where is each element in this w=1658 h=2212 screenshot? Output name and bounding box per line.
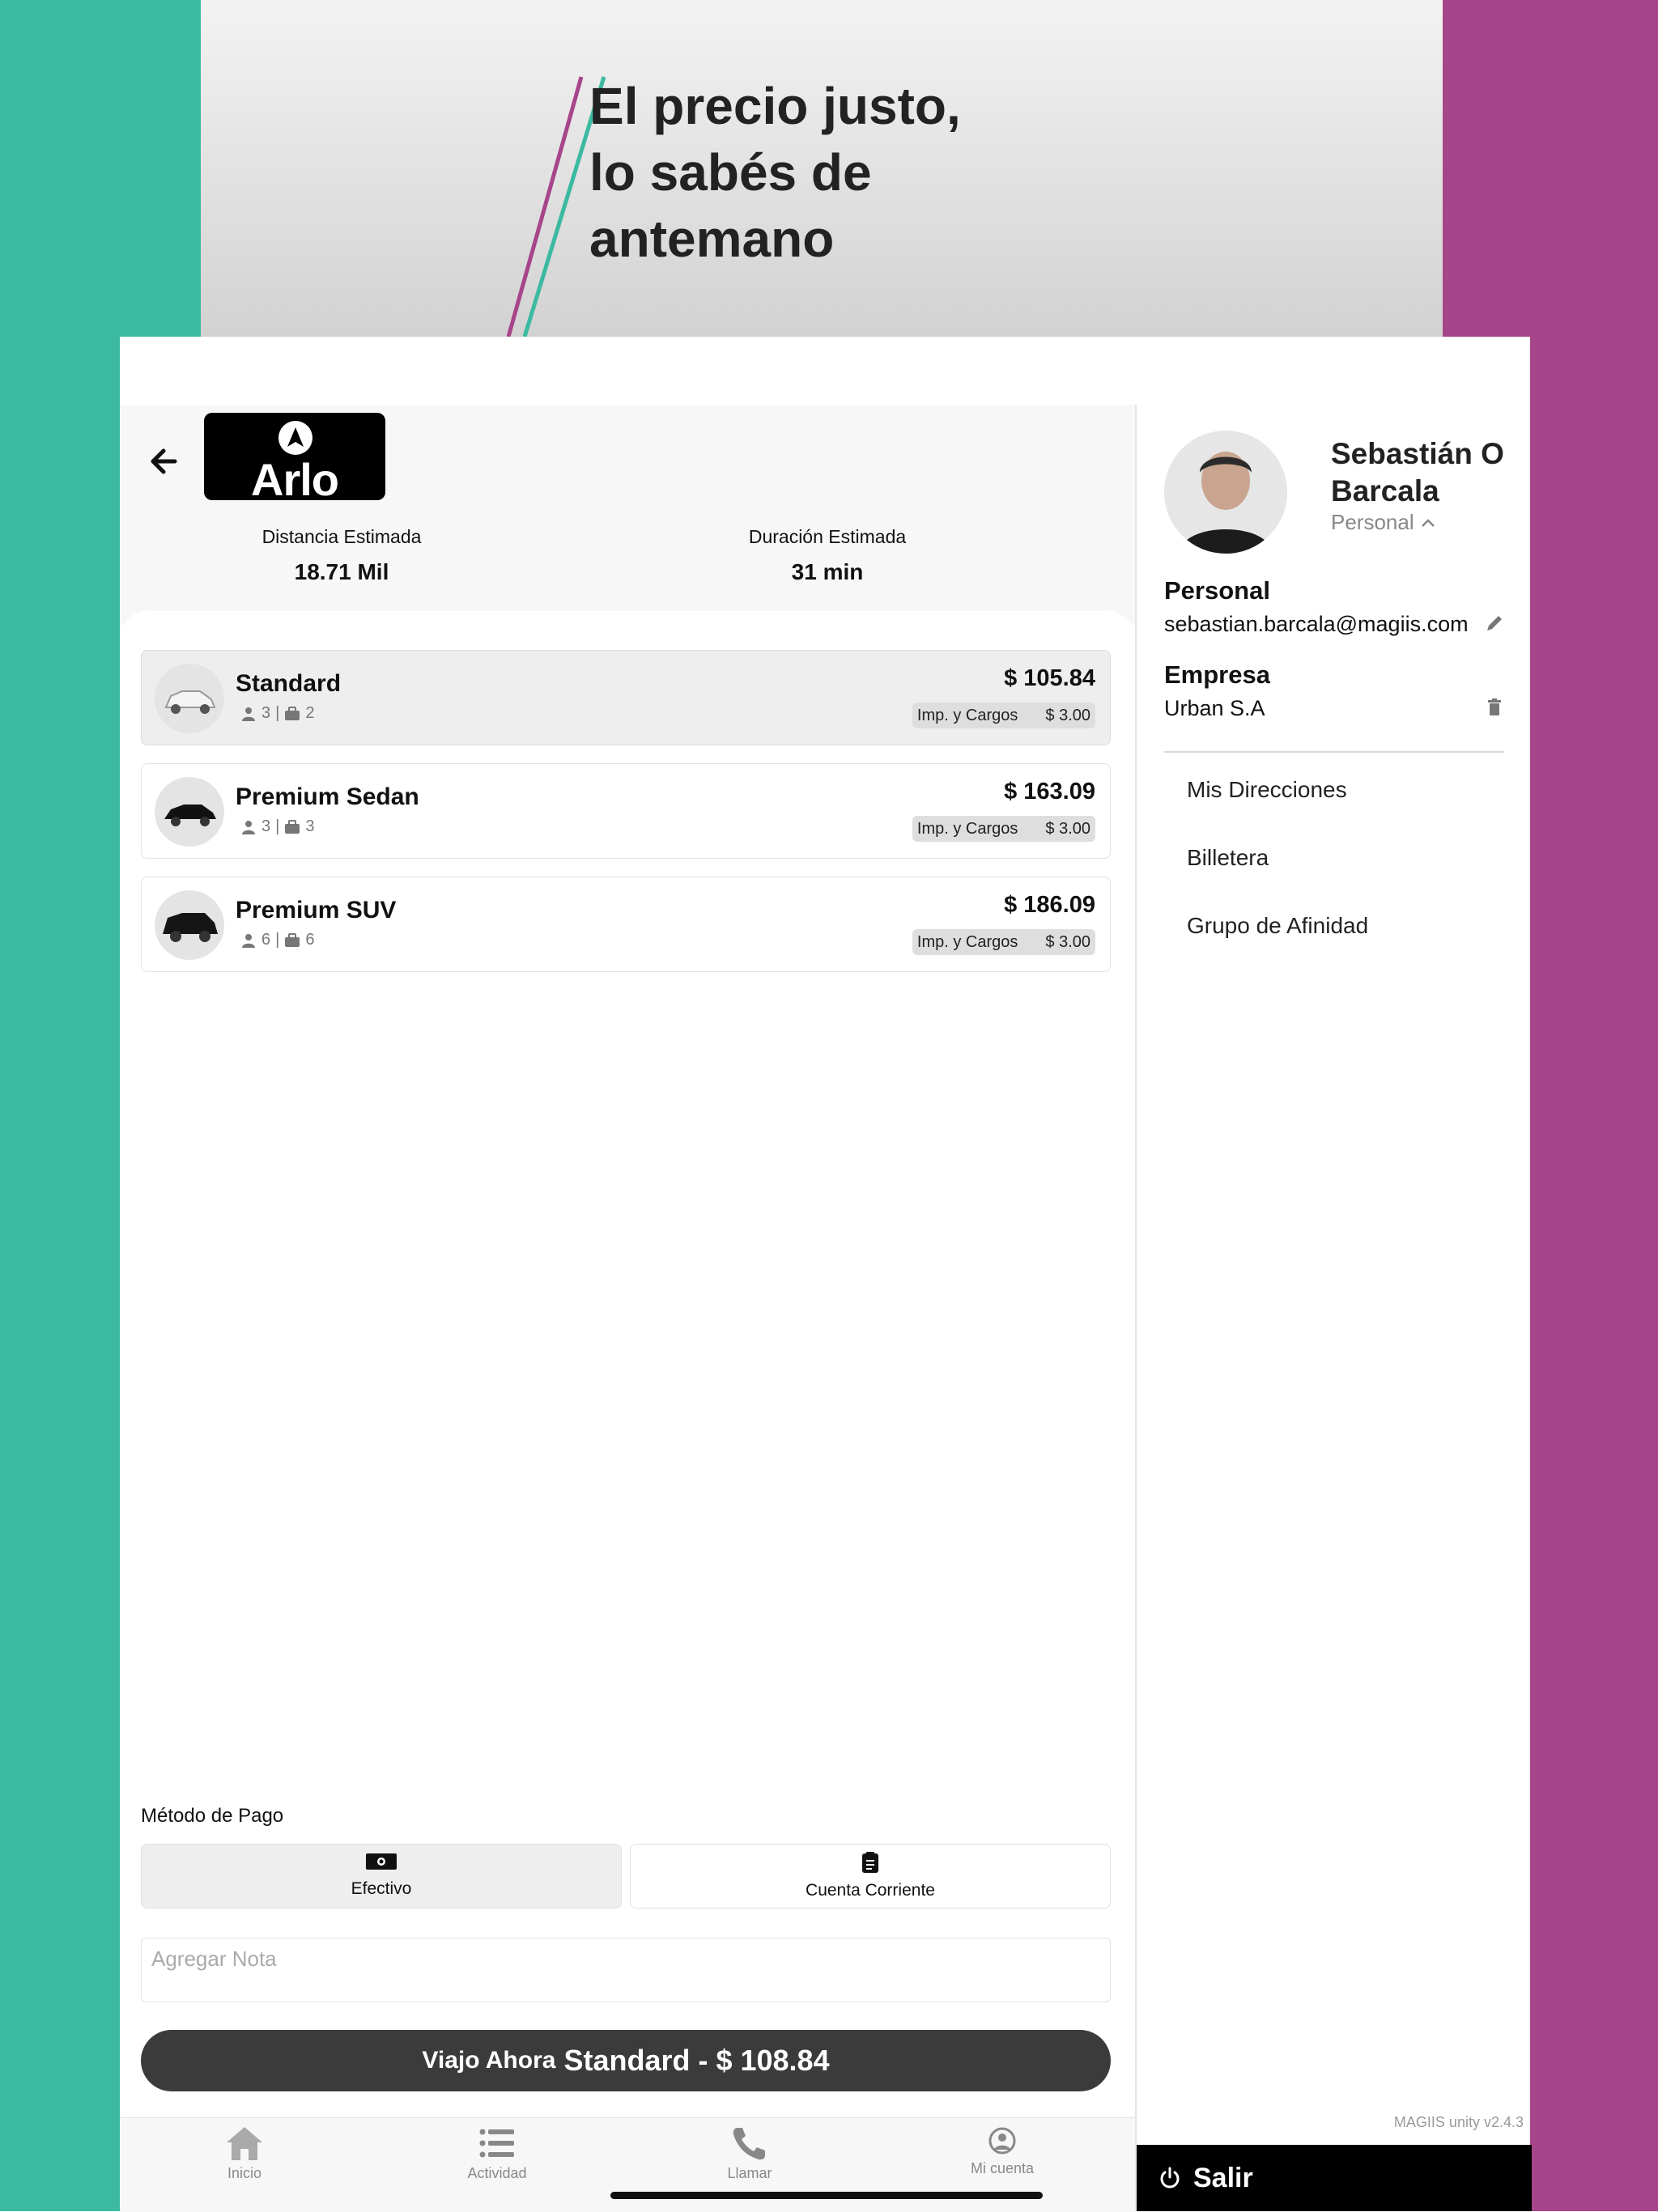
fees-badge: Imp. y Cargos $ 3.00	[912, 816, 1095, 842]
passenger-count: 6	[261, 931, 271, 949]
main-panel: Arlo Distancia Estimada 18.71 Mil Duraci…	[120, 405, 1135, 2212]
passenger-count: 3	[261, 817, 271, 835]
fees-label: Imp. y Cargos	[916, 932, 1018, 951]
briefcase-icon	[285, 706, 300, 720]
car-image	[155, 777, 224, 847]
payment-option-cash[interactable]: Efectivo	[141, 1844, 622, 1908]
trash-icon[interactable]	[1483, 696, 1506, 719]
power-icon	[1160, 2167, 1180, 2189]
user-circle-icon	[988, 2127, 1016, 2155]
nav-label: Llamar	[727, 2165, 772, 2181]
app-version: MAGIIS unity v2.4.3	[1393, 2114, 1524, 2130]
personal-email: sebastian.barcala@magiis.com	[1164, 612, 1469, 636]
duration-label: Duración Estimada	[748, 526, 907, 547]
nav-label: Mi cuenta	[970, 2160, 1035, 2176]
fees-value: $ 3.00	[1045, 706, 1090, 724]
car-image	[155, 664, 224, 733]
payment-method-label: Método de Pago	[141, 1805, 284, 1827]
profile-type-toggle[interactable]: Personal	[1331, 510, 1435, 535]
profile-type: Personal	[1331, 510, 1414, 534]
section-divider	[1164, 751, 1504, 753]
briefcase-icon	[285, 819, 300, 834]
vehicle-price: $ 105.84	[1004, 665, 1095, 691]
ride-now-detail: Standard - $ 108.84	[563, 2044, 830, 2077]
fees-label: Imp. y Cargos	[916, 819, 1018, 838]
ride-now-button[interactable]: Viajo Ahora Standard - $ 108.84	[141, 2030, 1111, 2091]
vehicle-name: Standard	[236, 670, 342, 697]
logout-label: Salir	[1193, 2162, 1253, 2193]
capacity-separator: |	[275, 704, 280, 722]
bag-count: 3	[305, 817, 315, 835]
logo-text: Arlo	[251, 454, 339, 505]
personal-section-title: Personal	[1164, 576, 1270, 605]
fees-badge: Imp. y Cargos $ 3.00	[912, 929, 1095, 955]
cash-icon	[366, 1853, 397, 1870]
nav-label: Actividad	[467, 2165, 527, 2181]
distance-stat: Distancia Estimada 18.71 Mil	[180, 526, 504, 585]
banner-slogan: El precio justo, lo sabés de antemano	[589, 77, 961, 268]
note-input[interactable]: Agregar Nota	[141, 1938, 1111, 2002]
vehicle-option-standard[interactable]: Standard 3 | 2 $ 105.84 Imp. y Cargos $ 3…	[141, 650, 1111, 745]
distance-value: 18.71 Mil	[294, 559, 389, 584]
clipboard-icon	[862, 1852, 878, 1873]
duration-stat: Duración Estimada 31 min	[665, 526, 989, 585]
trip-header: Arlo Distancia Estimada 18.71 Mil Duraci…	[120, 405, 1135, 625]
vehicle-name: Premium SUV	[236, 897, 397, 923]
fees-label: Imp. y Cargos	[916, 706, 1018, 724]
phone-icon	[733, 2128, 765, 2160]
nav-item-actividad[interactable]: Actividad	[416, 2125, 578, 2182]
person-icon	[242, 933, 255, 948]
chevron-up-icon	[1421, 518, 1435, 527]
capacity-separator: |	[275, 817, 280, 835]
payment-option-account[interactable]: Cuenta Corriente	[630, 1844, 1111, 1908]
account-sidebar: Sebastián O Barcala Personal Personal se…	[1135, 405, 1532, 2211]
fees-badge: Imp. y Cargos $ 3.00	[912, 703, 1095, 728]
vehicle-capacity: 3 | 3	[240, 817, 314, 836]
user-name: Sebastián O Barcala	[1331, 437, 1504, 507]
person-icon	[242, 820, 255, 834]
nav-item-llamar[interactable]: Llamar	[669, 2125, 831, 2182]
arrow-left-icon[interactable]	[142, 439, 188, 484]
promo-banner: El precio justo, lo sabés de antemano	[201, 0, 1443, 337]
home-indicator	[610, 2192, 1043, 2199]
fees-value: $ 3.00	[1045, 819, 1090, 838]
avatar[interactable]	[1164, 431, 1287, 554]
app-frame: Arlo Distancia Estimada 18.71 Mil Duraci…	[120, 337, 1532, 2212]
menu-item-grupo-de-afinidad[interactable]: Grupo de Afinidad	[1187, 913, 1368, 939]
nav-label: Inicio	[227, 2165, 262, 2181]
payment-option-label: Cuenta Corriente	[806, 1881, 935, 1900]
home-icon	[227, 2127, 262, 2160]
vehicle-capacity: 3 | 2	[240, 704, 314, 723]
pencil-icon[interactable]	[1483, 612, 1506, 635]
brand-logo: Arlo	[204, 413, 385, 505]
bag-count: 2	[305, 704, 315, 722]
car-image	[155, 890, 224, 960]
vehicle-option-premium-sedan[interactable]: Premium Sedan 3 | 3 $ 163.09 Imp. y Cargo…	[141, 763, 1111, 859]
fees-value: $ 3.00	[1045, 932, 1090, 951]
nav-item-mi-cuenta[interactable]: Mi cuenta	[921, 2125, 1083, 2177]
briefcase-icon	[285, 932, 300, 947]
vehicle-option-premium-suv[interactable]: Premium SUV 6 | 6 $ 186.09 Imp. y Cargos …	[141, 877, 1111, 972]
logout-button[interactable]: Salir	[1137, 2145, 1532, 2211]
nav-item-inicio[interactable]: Inicio	[164, 2125, 325, 2182]
bag-count: 6	[305, 931, 315, 949]
company-name: Urban S.A	[1164, 696, 1265, 720]
passenger-count: 3	[261, 704, 271, 722]
list-icon	[479, 2129, 514, 2158]
distance-label: Distancia Estimada	[261, 526, 422, 547]
vehicle-capacity: 6 | 6	[240, 931, 314, 949]
vehicle-price: $ 163.09	[1004, 779, 1095, 805]
person-icon	[242, 707, 255, 721]
capacity-separator: |	[275, 931, 280, 949]
duration-value: 31 min	[791, 559, 864, 584]
company-section-title: Empresa	[1164, 660, 1270, 689]
menu-item-billetera[interactable]: Billetera	[1187, 845, 1269, 871]
navigation-icon	[278, 421, 312, 455]
vehicle-price: $ 186.09	[1004, 892, 1095, 918]
ride-now-prefix: Viajo Ahora	[422, 2047, 556, 2074]
menu-item-mis-direcciones[interactable]: Mis Direcciones	[1187, 777, 1347, 803]
payment-option-label: Efectivo	[351, 1879, 412, 1898]
vehicle-name: Premium Sedan	[236, 783, 419, 810]
